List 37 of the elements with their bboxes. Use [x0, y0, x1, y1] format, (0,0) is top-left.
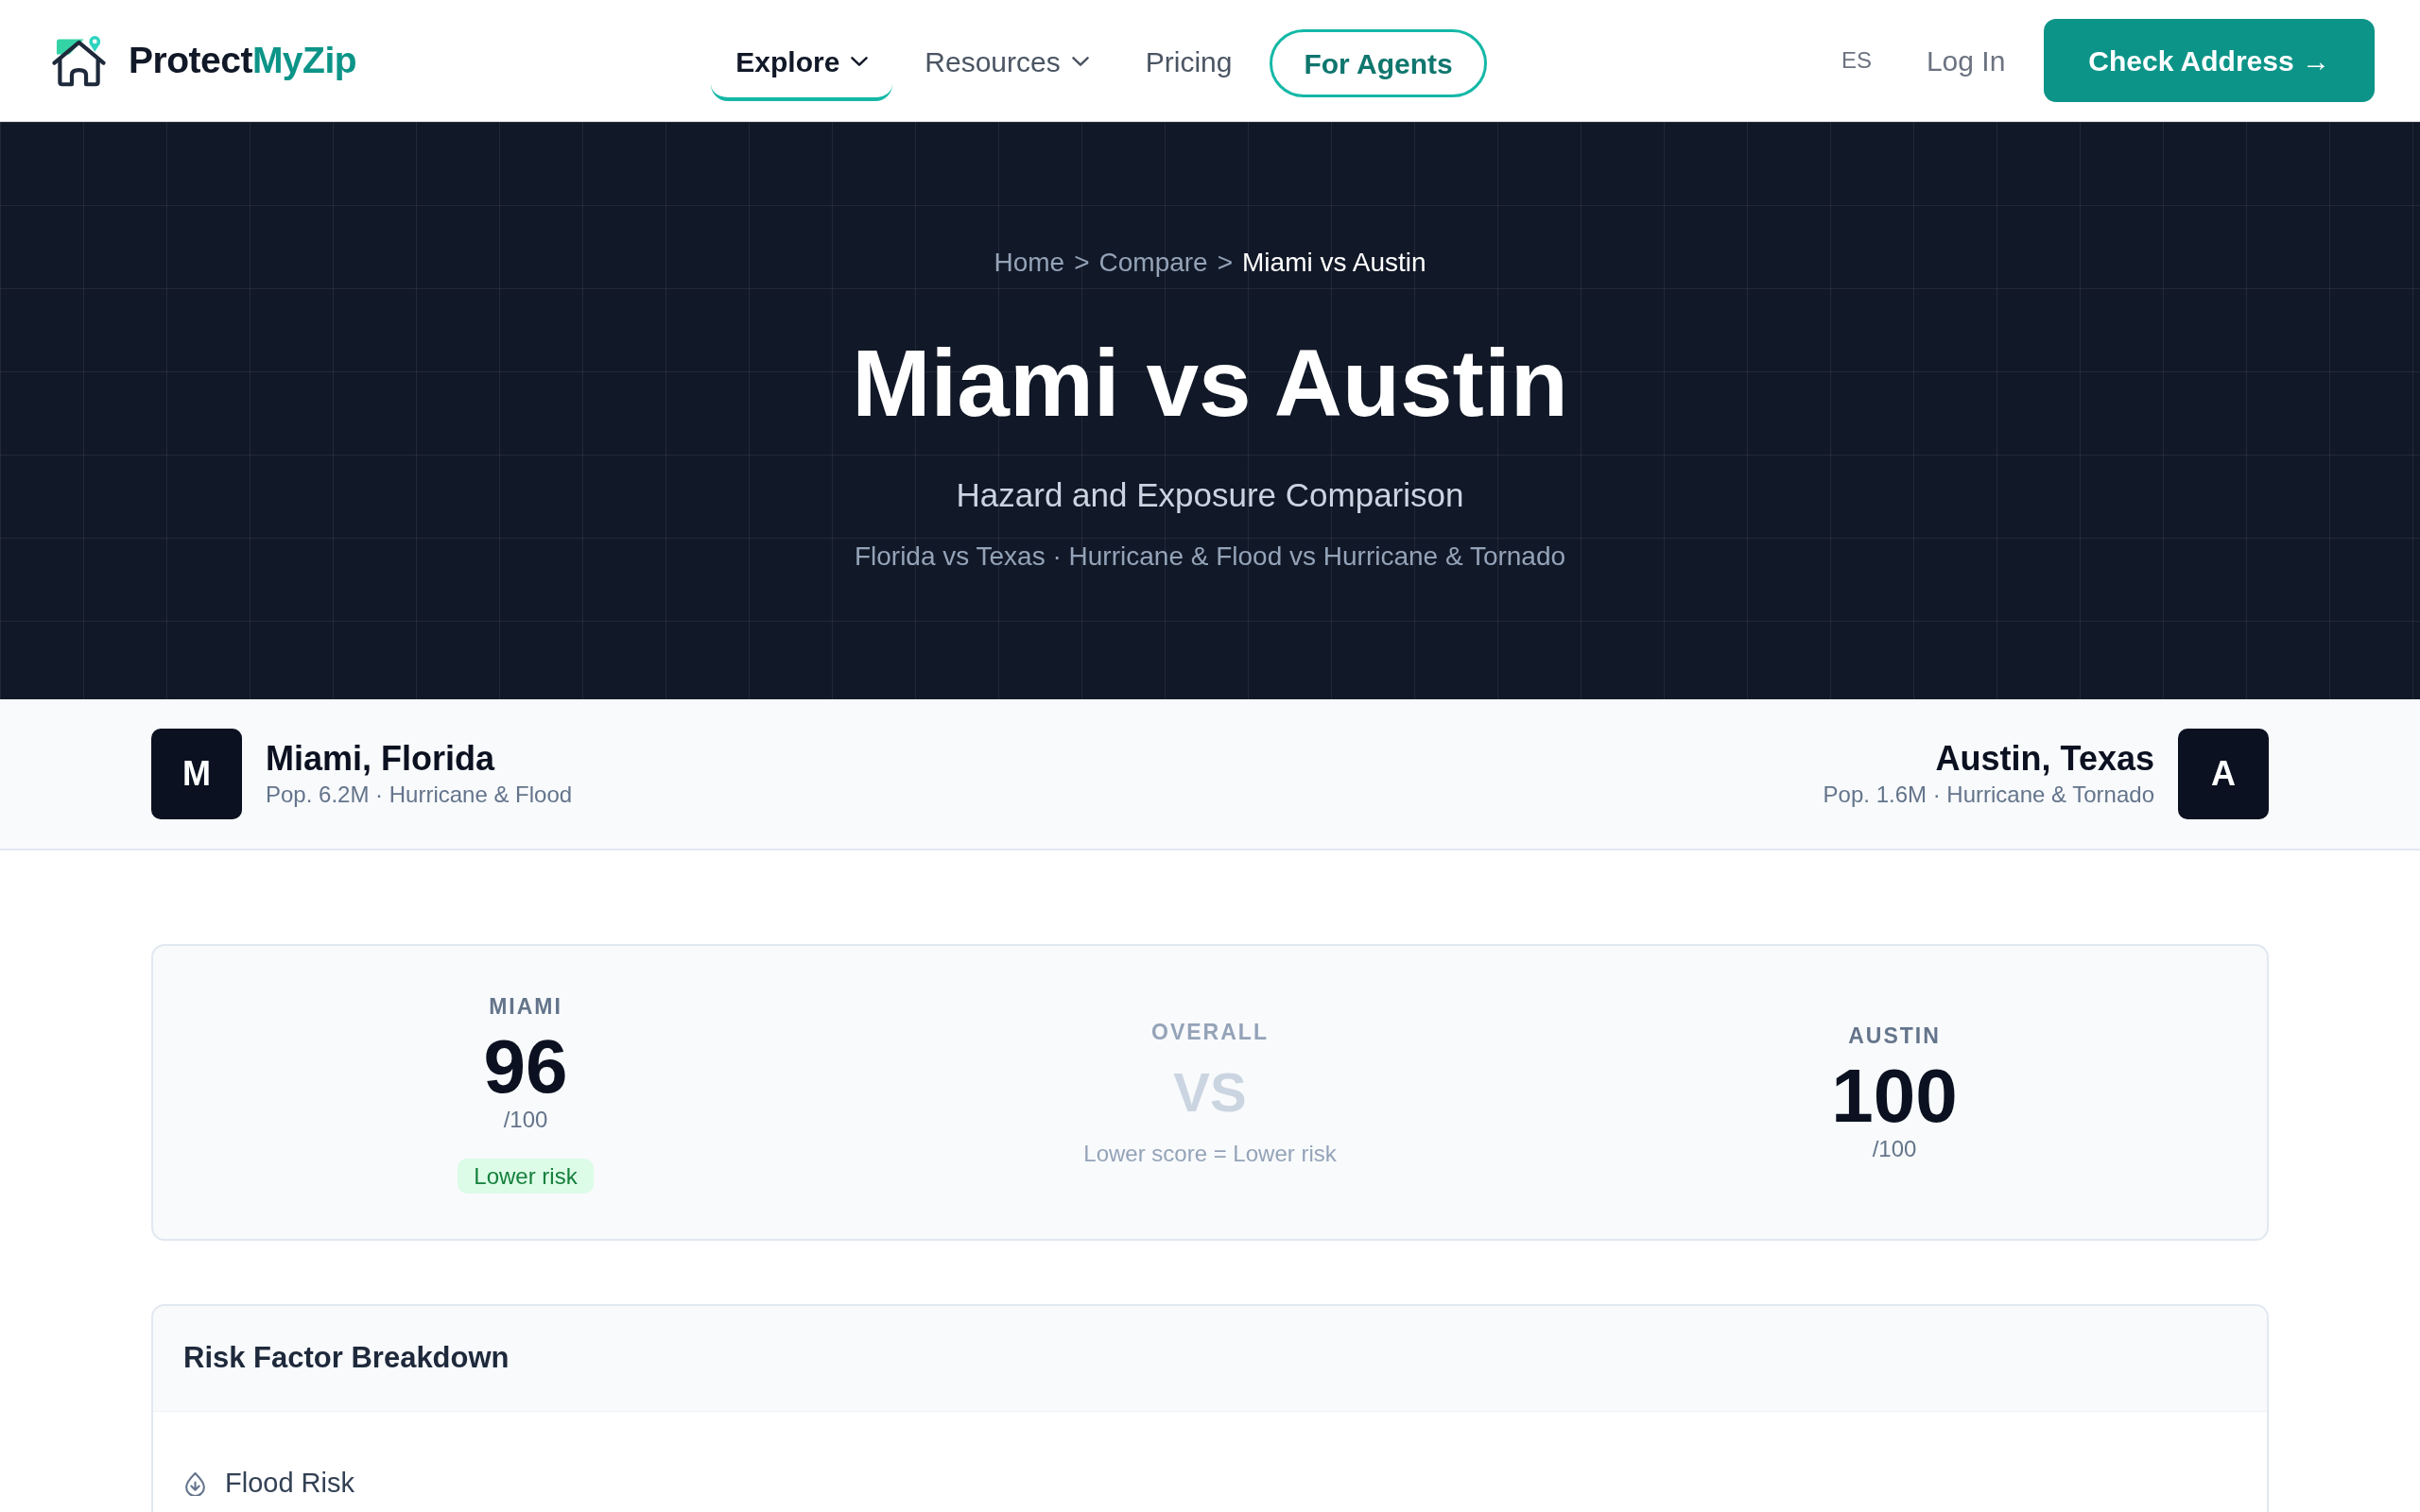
score-note: Lower score = Lower risk: [1083, 1139, 1337, 1168]
lower-risk-badge: Lower risk: [458, 1159, 594, 1194]
page-title: Miami vs Austin: [852, 331, 1568, 435]
city-name: Austin, Texas: [1935, 738, 2154, 780]
check-address-button[interactable]: Check Address →: [2044, 19, 2375, 102]
house-icon: [52, 34, 106, 87]
city-label: MIAMI: [489, 993, 562, 1021]
city-initial-avatar: A: [2178, 729, 2269, 819]
breadcrumb-link[interactable]: Home: [994, 246, 1065, 280]
nav-dropdown-tab[interactable]: Explore: [711, 26, 893, 101]
section-title: Risk Factor Breakdown: [183, 1340, 510, 1377]
page-subtitle: Hazard and Exposure Comparison: [956, 475, 1464, 515]
city-label: AUSTIN: [1848, 1022, 1941, 1050]
breadcrumb-separator: >: [1217, 247, 1234, 279]
score-scale: /100: [1872, 1135, 1917, 1163]
nav-dropdown-tab[interactable]: Resources: [900, 26, 1114, 101]
logo-wordmark[interactable]: ProtectMyZip: [129, 32, 357, 89]
score-value: 96: [483, 1029, 568, 1105]
city-name: Miami, Florida: [266, 738, 495, 780]
chevron-down-icon: [1071, 57, 1089, 66]
score-scale: /100: [503, 1106, 548, 1134]
city-initial-avatar: M: [151, 729, 242, 819]
login-link[interactable]: Log In: [1926, 39, 2006, 82]
page-description: Florida vs Texas · Hurricane & Flood vs Hurricane & Tornado: [854, 541, 1566, 573]
breadcrumb-separator: >: [1074, 247, 1090, 279]
chevron-down-icon: [851, 57, 869, 66]
breadcrumb-current: Miami vs Austin: [1242, 247, 1426, 279]
city-details: Pop. 6.2M · Hurricane & Flood: [266, 781, 573, 809]
score-value: 100: [1831, 1058, 1958, 1134]
language-link[interactable]: ES: [1841, 43, 1872, 77]
droplet-icon: [185, 1471, 205, 1496]
nav-link[interactable]: Pricing: [1120, 26, 1257, 101]
city-details: Pop. 1.6M · Hurricane & Tornado: [1823, 781, 2154, 809]
overall-label: OVERALL: [1151, 1018, 1269, 1046]
risk-factor-label: Flood Risk: [225, 1467, 354, 1501]
for-agents-button[interactable]: For Agents: [1270, 29, 1487, 97]
breadcrumb-link[interactable]: Compare: [1098, 246, 1208, 280]
